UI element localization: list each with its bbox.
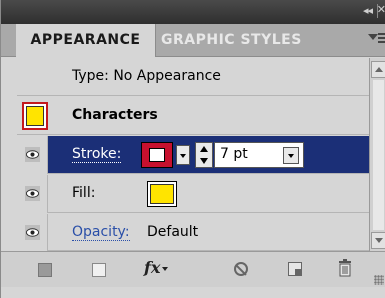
vertical-scrollbar[interactable] (369, 58, 385, 251)
characters-swatch-fill (26, 106, 44, 126)
fx-label: fx (144, 258, 161, 277)
add-new-stroke-icon[interactable] (92, 263, 106, 277)
new-art-basic-appearance-icon[interactable] (38, 263, 52, 277)
opacity-row[interactable]: Opacity: Default (17, 214, 369, 251)
clear-appearance-icon[interactable] (234, 262, 248, 276)
duplicate-item-icon[interactable] (288, 262, 302, 276)
opacity-link[interactable]: Opacity: (72, 224, 130, 241)
stroke-weight-field[interactable]: 7 pt (214, 142, 304, 168)
appearance-panel: ◂◂ ✕ APPEARANCE GRAPHIC STYLES Type: No … (0, 0, 385, 298)
panel-menu-icon[interactable] (366, 28, 385, 52)
type-label: Type: No Appearance (72, 68, 221, 84)
stroke-weight-dropdown[interactable] (283, 147, 299, 164)
opacity-visibility-cell[interactable] (17, 214, 48, 251)
collapse-panel-icon[interactable]: ◂◂ (363, 4, 373, 17)
tab-graphic-styles[interactable]: GRAPHIC STYLES (161, 24, 311, 57)
stroke-weight-stepper[interactable] (195, 142, 213, 168)
stroke-row[interactable]: Stroke: 7 pt (17, 136, 369, 174)
panel-menu-arrow-icon (368, 34, 378, 40)
resize-grip-icon[interactable] (374, 275, 384, 285)
panel-title-strip: ◂◂ ✕ (1, 0, 385, 24)
fill-visibility-cell[interactable] (17, 175, 48, 213)
bottom-toolbar: fx (1, 251, 385, 287)
stroke-weight-value: 7 pt (220, 146, 248, 162)
characters-swatch[interactable] (22, 102, 48, 130)
type-row: Type: No Appearance (17, 58, 369, 96)
chevron-down-icon (180, 154, 186, 158)
tab-appearance[interactable]: APPEARANCE (16, 24, 156, 57)
chevron-down-icon (162, 266, 169, 271)
close-panel-icon[interactable]: ✕ (377, 3, 385, 16)
chevron-down-icon (288, 154, 294, 158)
fill-swatch-inner (150, 184, 174, 204)
fill-row[interactable]: Fill: (17, 175, 369, 213)
step-down-icon[interactable] (200, 158, 208, 164)
scroll-down-icon[interactable] (371, 232, 385, 249)
stroke-color-dropdown[interactable] (176, 145, 190, 165)
tab-row: APPEARANCE GRAPHIC STYLES (1, 24, 385, 57)
stroke-visibility-cell[interactable] (17, 136, 48, 174)
stroke-swatch-inner (149, 148, 165, 162)
stroke-color-swatch[interactable] (141, 142, 173, 168)
step-up-icon[interactable] (200, 146, 208, 152)
fill-color-swatch[interactable] (147, 181, 177, 207)
add-effect-button[interactable]: fx (144, 258, 169, 278)
eye-icon[interactable] (25, 186, 40, 201)
scroll-up-icon[interactable] (371, 61, 385, 78)
characters-row[interactable]: Characters (17, 97, 369, 135)
fill-label: Fill: (72, 185, 96, 201)
eye-icon[interactable] (25, 147, 40, 162)
stroke-link[interactable]: Stroke: (72, 146, 122, 163)
eye-icon[interactable] (25, 225, 40, 240)
trash-icon[interactable] (338, 259, 352, 277)
panel-menu-lines-icon (378, 33, 385, 43)
characters-label: Characters (72, 107, 158, 123)
scroll-track[interactable] (373, 80, 384, 230)
opacity-value: Default (147, 224, 199, 240)
